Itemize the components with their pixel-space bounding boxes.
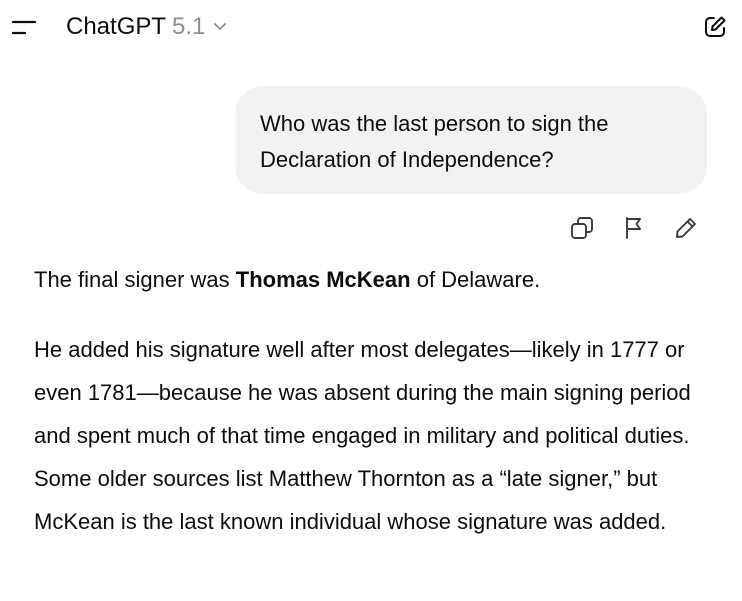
answer-bold-name: Thomas McKean [235,267,411,292]
copy-icon [571,217,593,239]
answer-paragraph: The final signer was Thomas McKean of De… [34,261,724,299]
compose-icon [705,16,726,37]
answer-text-before: The final signer was [34,267,236,292]
explanation-paragraph: He added his signature well after most d… [34,337,691,534]
sidebar-menu-button[interactable] [8,12,40,44]
copy-button[interactable] [566,212,598,244]
report-button[interactable] [618,212,650,244]
edit-button[interactable] [670,212,702,244]
model-version: 5.1 [172,13,206,40]
user-message-bubble: Who was the last person to sign the Decl… [235,86,707,194]
assistant-response: The final signer was Thomas McKean of De… [34,261,724,543]
message-actions [566,212,702,244]
flag-icon [626,217,641,239]
pencil-icon [676,218,696,238]
menu-icon [11,20,37,35]
model-name: ChatGPT [66,13,167,40]
model-selector-button[interactable]: ChatGPT 5.1 [66,10,227,44]
answer-text-after: of Delaware. [410,267,541,292]
user-message-text: Who was the last person to sign the Decl… [260,111,609,172]
new-chat-button[interactable] [700,12,730,42]
chevron-down-icon [213,22,227,32]
top-bar: ChatGPT 5.1 [0,0,742,56]
